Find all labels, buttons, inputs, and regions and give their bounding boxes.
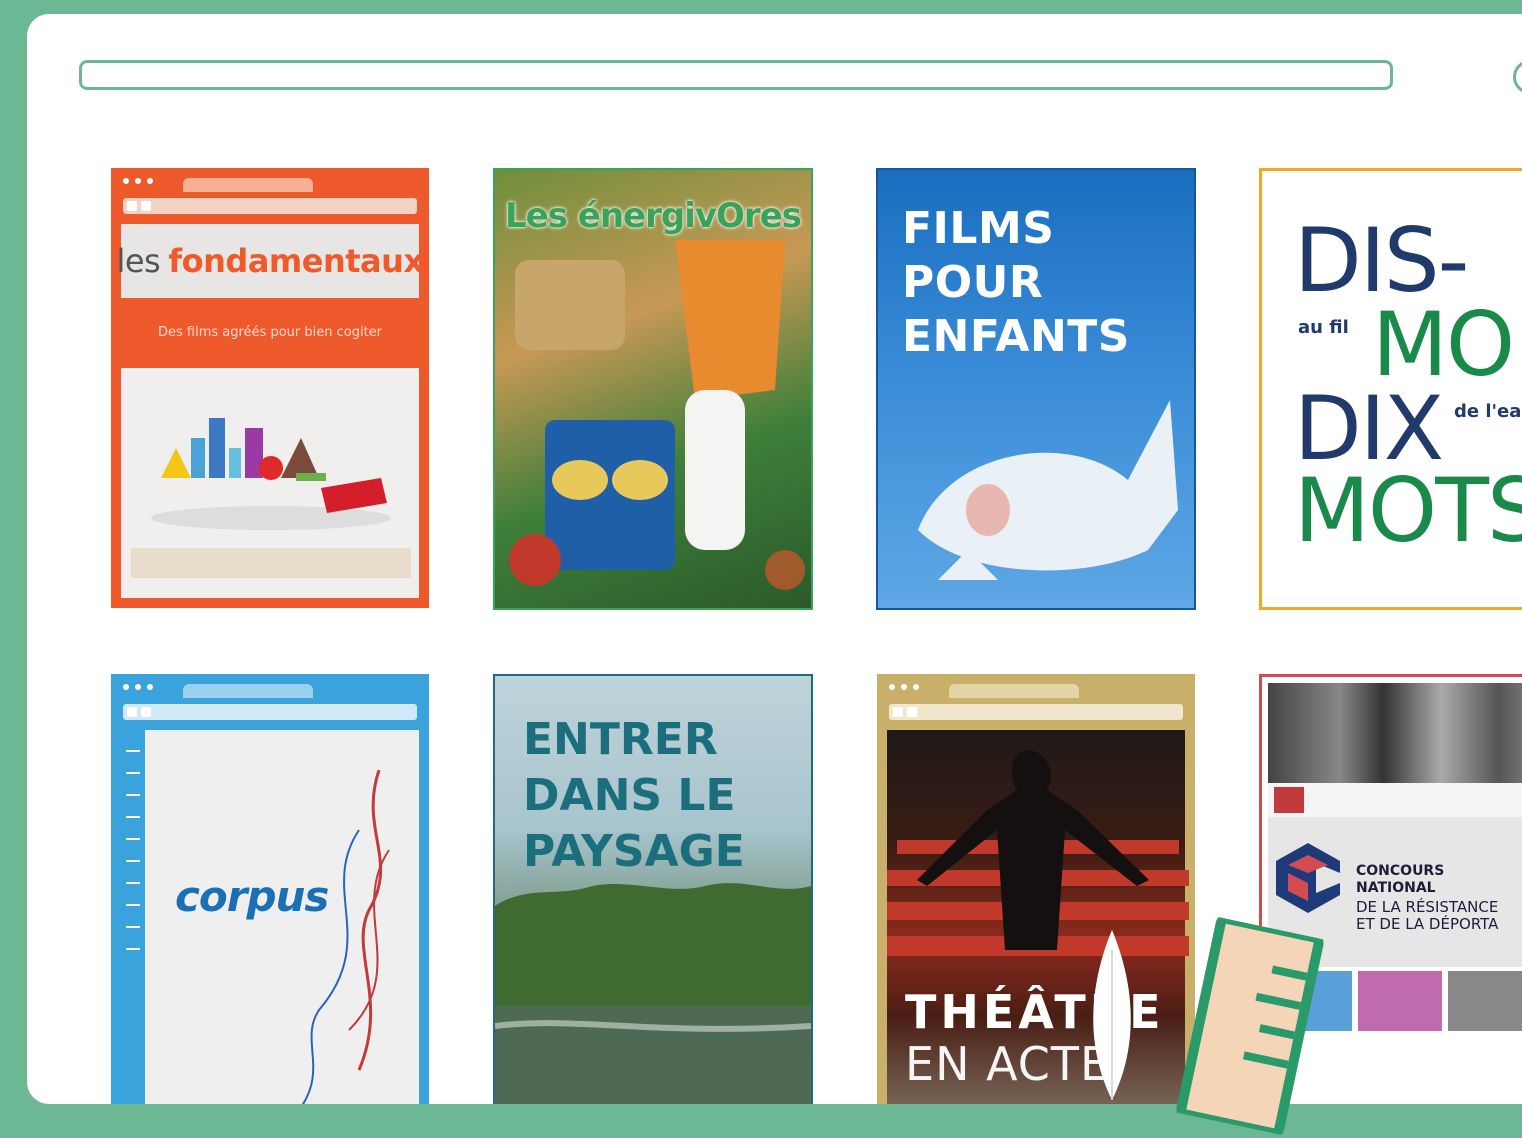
tile-title: FILMS POUR ENFANTS [902, 202, 1130, 364]
window-dots-icon [889, 684, 919, 690]
browser-frame [113, 170, 427, 224]
forward-icon [141, 201, 151, 211]
quill-icon [1093, 930, 1131, 1100]
word-mo: MO [1372, 293, 1515, 396]
tile-films-pour-enfants[interactable]: FILMS POUR ENFANTS [876, 168, 1196, 610]
tile-entrer-dans-le-paysage[interactable]: ENTRER DANS LE PAYSAGE [493, 674, 813, 1104]
tile-fondamentaux[interactable]: les fondamentaux Des films agréés pour bi… [111, 168, 429, 608]
concours-logo-icon [1276, 843, 1340, 913]
menu-circle-icon[interactable] [1513, 60, 1522, 94]
title-line: ENTRER [523, 714, 718, 765]
tile-dis-mots[interactable]: DIS- au fil MO DIX de l'eau MOTS [1259, 168, 1522, 610]
tool-sidebar [121, 730, 145, 1104]
title-line: POUR [902, 257, 1044, 308]
news-band [1268, 783, 1522, 817]
tile-title: Les énergivOres [504, 196, 802, 236]
subtitle-line: DE LA RÉSISTANCE [1356, 898, 1499, 916]
forward-icon [907, 707, 917, 717]
fish-illustration [918, 400, 1178, 580]
title-line: CONCOURS [1356, 863, 1445, 879]
tile-energivores[interactable]: Les énergivOres [493, 168, 813, 610]
word-mots: MOTS [1294, 459, 1522, 562]
title-line: FILMS [902, 203, 1055, 254]
corpus-logo: corpus [175, 872, 329, 921]
back-icon [127, 707, 137, 717]
tile-illustration [121, 368, 419, 598]
frame-bar [123, 198, 417, 214]
tab-shape [949, 684, 1079, 698]
tile-title: ENTRER DANS LE PAYSAGE [523, 712, 745, 880]
concours-title: CONCOURS NATIONAL [1356, 863, 1444, 897]
tile-corpus[interactable]: corpus [111, 674, 429, 1104]
small-text-de-leau: de l'eau [1454, 401, 1522, 422]
title-prefix: les [116, 242, 161, 280]
concours-subtitle: DE LA RÉSISTANCE ET DE LA DÉPORTA [1356, 899, 1498, 933]
window-dots-icon [123, 684, 153, 690]
tile-subtitle: Des films agréés pour bien cogiter [121, 298, 419, 368]
frame-bar [123, 704, 417, 720]
address-bar[interactable] [79, 60, 1393, 90]
forward-icon [141, 707, 151, 717]
tile-title: les fondamentaux [116, 224, 424, 298]
tab-shape [183, 684, 313, 698]
subtitle-line: ET DE LA DÉPORTA [1356, 915, 1499, 933]
title-line: DANS LE [523, 770, 736, 821]
tile-theatre-en-acte[interactable]: THÉÂTRE EN ACTE [877, 674, 1195, 1104]
title-line: ENFANTS [902, 311, 1130, 362]
frame-bar [889, 704, 1183, 720]
back-icon [893, 707, 903, 717]
back-icon [127, 201, 137, 211]
tab-shape [183, 178, 313, 192]
small-text-au-fil: au fil [1298, 317, 1349, 338]
title-main: fondamentaux [168, 242, 424, 280]
browser-frame [879, 676, 1193, 730]
word-dis: DIS- [1294, 209, 1469, 312]
photo-strip [1268, 683, 1522, 783]
browser-frame [113, 676, 427, 730]
window-dots-icon [123, 178, 153, 184]
title-line: NATIONAL [1356, 880, 1436, 896]
title-line: PAYSAGE [523, 826, 745, 877]
